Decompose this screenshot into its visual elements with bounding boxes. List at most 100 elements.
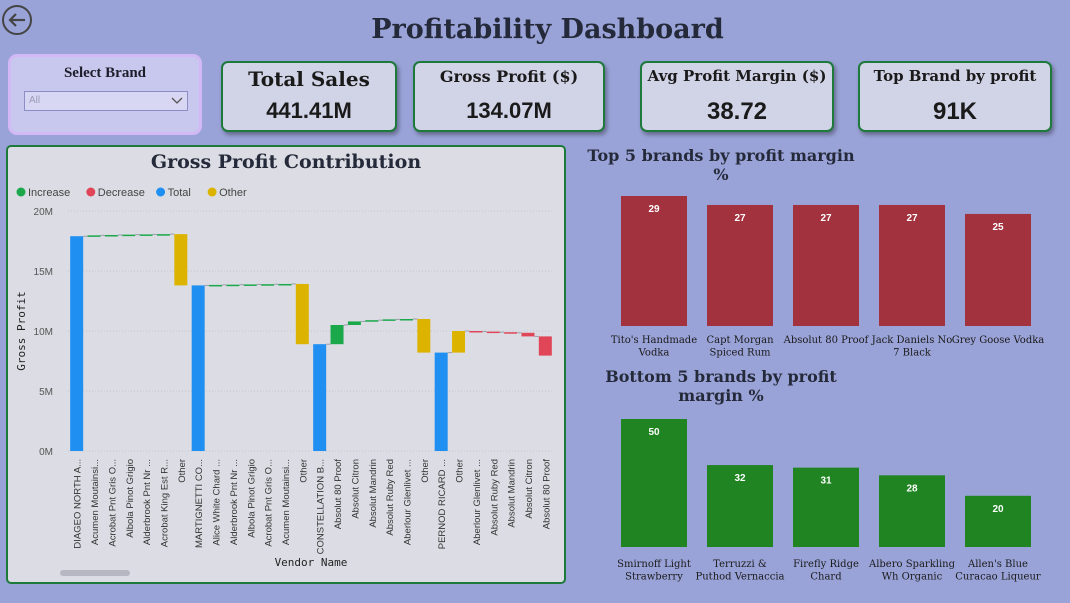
kpi-title: Avg Profit Margin ($) — [647, 67, 827, 85]
horizontal-scrollbar[interactable] — [60, 570, 130, 576]
legend-marker — [16, 187, 26, 197]
brand-dropdown-value: All — [29, 95, 41, 106]
kpi-card-avg-profit-margin: Avg Profit Margin ($) 38.72 — [640, 61, 834, 132]
legend-marker — [156, 187, 166, 197]
kpi-card-total-sales: Total Sales 441.41M — [221, 61, 397, 132]
x-tick-label: Aberlour Glenlivet ... — [402, 459, 413, 545]
y-tick-label: 5M — [39, 387, 53, 398]
x-axis-label: Vendor Name — [275, 556, 348, 569]
bar-data-label: 31 — [820, 476, 832, 487]
waterfall-bar-increase — [330, 325, 344, 345]
waterfall-bar-increase — [347, 321, 361, 325]
category-label: Albero Sparkling Wh Organic — [868, 559, 956, 583]
waterfall-bar-increase — [226, 284, 240, 287]
waterfall-bar-increase — [382, 319, 396, 321]
x-tick-label: Absolut Mandrin — [368, 459, 379, 528]
bar-data-label: 25 — [992, 222, 1004, 233]
x-tick-label: DIAGEO NORTH A... — [73, 459, 84, 549]
category-label: Firefly Ridge Chard — [793, 559, 859, 583]
waterfall-bar-increase — [139, 234, 153, 236]
waterfall-bar-other — [452, 331, 466, 353]
legend-marker — [86, 187, 96, 197]
x-tick-label: Albola Pinot Grigio — [246, 459, 257, 538]
waterfall-bar-decrease — [486, 331, 500, 334]
category-label: Capt Morgan Spiced Rum — [706, 335, 774, 359]
waterfall-bar-increase — [278, 283, 292, 286]
bar-data-label: 27 — [906, 213, 918, 224]
kpi-value: 38.72 — [706, 98, 768, 125]
waterfall-bar-increase — [156, 234, 170, 236]
kpi-title: Gross Profit ($) — [439, 67, 579, 86]
x-tick-label: PERNOD RICARD ... — [437, 459, 448, 549]
category-label: Tito's Handmade Vodka — [611, 335, 697, 359]
x-tick-label: Absolut Ruby Red — [385, 459, 396, 536]
bar-data-label: 27 — [734, 213, 746, 224]
waterfall-bar-other — [295, 283, 309, 345]
x-tick-label: Alderbrook Pnt Nr ... — [229, 459, 240, 545]
waterfall-bar-increase — [87, 235, 101, 237]
y-tick-label: 0M — [39, 447, 53, 458]
bar-data-label: 50 — [648, 427, 660, 438]
x-tick-label: Acumen Moutainsi... — [90, 459, 101, 545]
category-label: Smirnoff Light Strawberry — [617, 559, 691, 583]
bar-data-label: 27 — [820, 213, 832, 224]
waterfall-bar-decrease — [469, 331, 483, 333]
legend-label: Total — [168, 187, 191, 199]
waterfall-bar-decrease — [504, 332, 518, 334]
x-tick-label: Alderbrook Pnt Nr ... — [142, 459, 153, 545]
waterfall-bar-total — [313, 344, 327, 451]
legend-label: Other — [219, 187, 247, 199]
x-tick-label: Absolut Citron — [524, 459, 535, 519]
category-label: Terruzzi & Puthod Vernaccia — [696, 559, 785, 583]
waterfall-chart: Increase Decrease Total Other 0M 5M 10M 15M 20M G… — [15, 187, 554, 576]
category-label: Grey Goose Vodka — [952, 335, 1045, 346]
x-tick-label: Other — [455, 459, 466, 483]
kpi-card-top-brand: Top Brand by profit 91K — [858, 61, 1052, 132]
y-tick-label: 15M — [34, 267, 53, 278]
x-tick-label: Absolut Mandrin — [507, 459, 518, 528]
gross-profit-contribution-card: Gross Profit Contribution Increase Decrea… — [6, 145, 566, 584]
x-tick-label: Aberlour Glenlivet ... — [472, 459, 483, 545]
waterfall-bar-increase — [261, 284, 275, 286]
kpi-value: 134.07M — [466, 98, 552, 123]
waterfall-bar-decrease — [538, 336, 552, 356]
x-tick-label: CONSTELLATION B... — [316, 459, 327, 554]
kpi-value: 441.41M — [266, 98, 352, 123]
x-tick-label: Absolut 80 Proof — [541, 459, 552, 530]
x-tick-label: Other — [420, 459, 431, 483]
waterfall-bar-other — [417, 319, 431, 353]
x-tick-label: MARTIGNETTI CO... — [194, 459, 205, 548]
waterfall-bar-increase — [243, 284, 257, 286]
waterfall-bar-increase — [209, 284, 223, 287]
bar — [621, 196, 687, 326]
category-label: Allen's Blue Curacao Liqueur — [955, 559, 1041, 583]
top5-bar-chart: 29 Tito's Handmade Vodka 27 Capt Morgan Spice… — [611, 196, 1045, 359]
kpi-title: Total Sales — [248, 67, 370, 91]
x-tick-label: Acrobat Pnt Gris O... — [264, 459, 275, 547]
legend-marker — [207, 187, 217, 197]
legend-label: Decrease — [98, 187, 145, 199]
page-title: Profitability Dashboard — [371, 14, 724, 45]
category-label: Jack Daniels No 7 Black — [871, 335, 953, 359]
x-tick-label: Absolut 80 Proof — [333, 459, 344, 530]
bar-data-label: 28 — [906, 483, 918, 494]
x-tick-label: Absolut Ruby Red — [489, 459, 500, 536]
kpi-value: 91K — [932, 98, 978, 125]
waterfall-bar-increase — [104, 235, 118, 237]
x-tick-label: Acrobat King Est R... — [159, 459, 170, 547]
x-tick-label: Acrobat Pnt Gris O... — [107, 459, 118, 547]
waterfall-bar-total — [434, 352, 448, 451]
waterfall-bar-increase — [122, 234, 136, 237]
legend-label: Increase — [28, 187, 70, 199]
y-tick-label: 10M — [34, 327, 53, 338]
category-label: Absolut 80 Proof — [783, 335, 870, 346]
brand-dropdown[interactable]: All — [24, 91, 188, 111]
waterfall-bar-total — [70, 236, 84, 451]
waterfall-bar-total — [191, 285, 205, 451]
y-axis-label: Gross Profit — [15, 291, 28, 370]
bar-data-label: 32 — [734, 473, 746, 484]
x-tick-label: Absolut Citron — [350, 459, 361, 519]
kpi-title: Top Brand by profit — [873, 67, 1037, 85]
x-tick-label: Acumen Moutainsi... — [281, 459, 292, 545]
kpi-card-gross-profit: Gross Profit ($) 134.07M — [413, 61, 605, 132]
